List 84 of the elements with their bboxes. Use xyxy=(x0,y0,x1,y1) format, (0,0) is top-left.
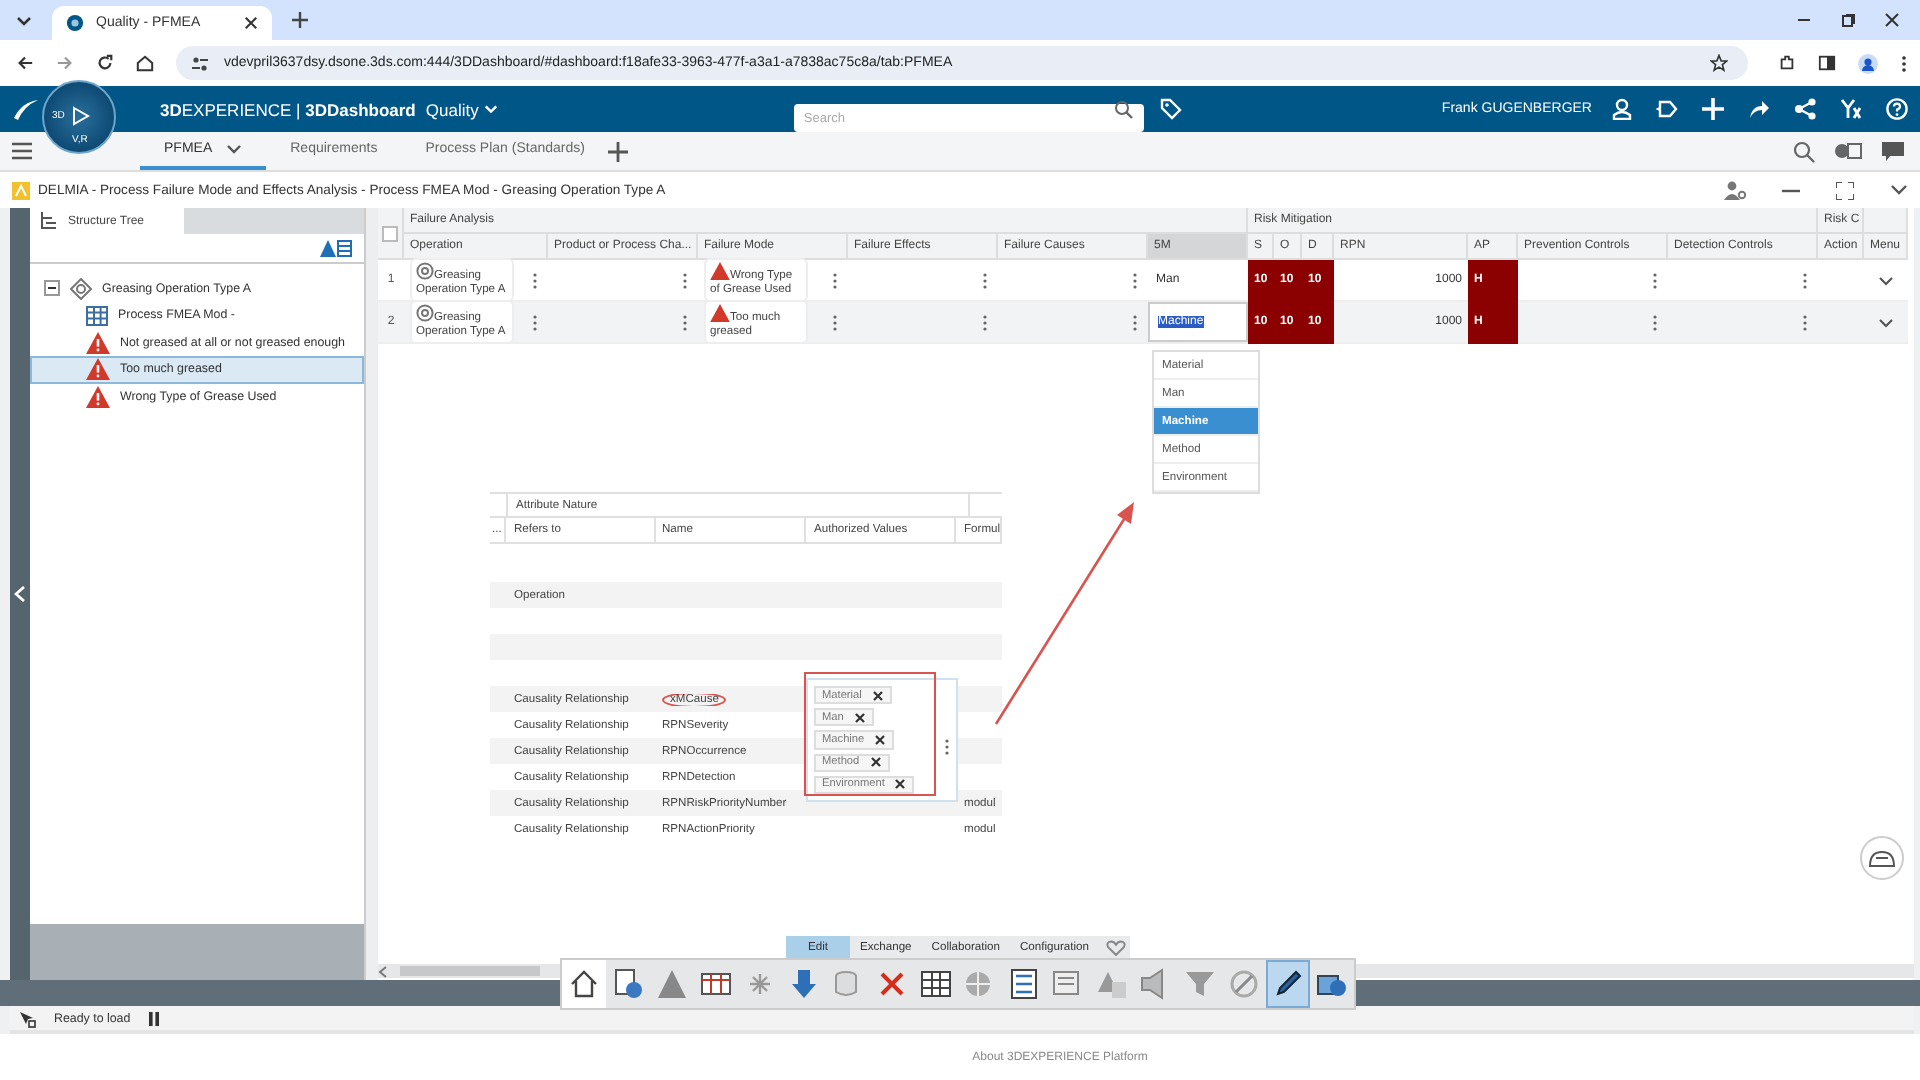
more-icon[interactable] xyxy=(1802,313,1808,331)
warning-icon xyxy=(86,358,110,381)
chevron-down-icon[interactable] xyxy=(1878,317,1894,327)
helmet-icon xyxy=(1868,849,1896,867)
chevron-down-icon[interactable] xyxy=(226,144,243,154)
network-icon[interactable] xyxy=(1794,98,1816,120)
more-icon[interactable] xyxy=(532,313,538,331)
remove-icon[interactable] xyxy=(853,711,866,724)
annotation-frame xyxy=(804,672,936,796)
scroll-left-icon[interactable] xyxy=(378,965,388,977)
app-icon xyxy=(12,181,30,199)
reload-icon[interactable] xyxy=(96,54,114,72)
app-selector[interactable]: Quality xyxy=(425,99,499,119)
operation-icon xyxy=(70,277,92,299)
notification-icon[interactable] xyxy=(1656,98,1678,120)
collapse-panel-handle[interactable] xyxy=(10,208,30,980)
remove-icon[interactable] xyxy=(874,734,887,746)
add-icon[interactable] xyxy=(1702,98,1724,120)
share-icon[interactable] xyxy=(1748,98,1770,120)
profile-icon[interactable] xyxy=(1858,53,1878,73)
tab-list-icon[interactable] xyxy=(16,12,32,28)
close-icon[interactable] xyxy=(1884,12,1900,28)
more-icon[interactable] xyxy=(532,271,538,289)
remove-icon[interactable] xyxy=(894,778,907,791)
home-icon[interactable] xyxy=(562,960,606,1008)
tree-icon xyxy=(40,212,58,230)
expander-icon[interactable] xyxy=(44,280,60,296)
side-panel-icon[interactable] xyxy=(1818,54,1836,72)
more-icon[interactable] xyxy=(682,313,688,331)
new-tab-icon[interactable] xyxy=(292,12,308,28)
select-all-checkbox[interactable] xyxy=(382,225,398,241)
tools-icon[interactable] xyxy=(1840,98,1862,120)
forward-icon[interactable] xyxy=(56,54,74,72)
more-icon[interactable] xyxy=(682,271,688,289)
back-icon[interactable] xyxy=(16,54,34,72)
pencil-icon[interactable] xyxy=(1266,960,1310,1008)
user-settings-icon[interactable] xyxy=(1724,180,1746,200)
more-icon[interactable] xyxy=(1132,271,1138,289)
search-people-icon[interactable] xyxy=(1792,139,1816,163)
chat-icon[interactable] xyxy=(1882,141,1904,161)
pause-icon[interactable] xyxy=(148,1011,161,1025)
more-icon[interactable] xyxy=(832,271,838,289)
favorite-icon[interactable] xyxy=(1106,939,1127,955)
chevron-down-icon[interactable] xyxy=(1878,275,1894,285)
more-icon[interactable] xyxy=(1802,271,1808,289)
warning-icon xyxy=(86,331,110,354)
warning-icon xyxy=(86,385,110,408)
more-icon[interactable] xyxy=(1652,313,1658,331)
header-cell xyxy=(1864,208,1908,234)
fullscreen-icon[interactable] xyxy=(1836,181,1854,199)
more-icon[interactable] xyxy=(944,738,950,756)
operation-icon xyxy=(416,304,434,322)
help-icon[interactable] xyxy=(1886,98,1908,120)
scrollbar-thumb[interactable] xyxy=(400,966,540,976)
home-icon[interactable] xyxy=(136,54,154,72)
close-icon[interactable] xyxy=(244,16,258,30)
cursor-icon xyxy=(18,1009,36,1027)
warning-list-icon[interactable] xyxy=(320,239,352,257)
more-icon[interactable] xyxy=(982,271,988,289)
remove-icon[interactable] xyxy=(869,756,882,769)
menu-icon[interactable] xyxy=(12,142,32,160)
operation-icon xyxy=(416,262,434,280)
more-icon[interactable] xyxy=(832,313,838,331)
more-icon[interactable] xyxy=(982,313,988,331)
chevron-down-icon[interactable] xyxy=(1890,184,1908,196)
chevron-left-icon[interactable] xyxy=(14,586,26,602)
tag-icon[interactable] xyxy=(1159,98,1182,120)
table-icon xyxy=(86,305,108,326)
more-icon[interactable] xyxy=(1652,271,1658,289)
menu-icon[interactable] xyxy=(1900,53,1908,73)
favicon-icon xyxy=(66,14,84,32)
remove-icon[interactable] xyxy=(871,689,884,702)
star-icon[interactable] xyxy=(1710,54,1728,72)
user-icon[interactable] xyxy=(1612,98,1632,120)
restore-icon[interactable] xyxy=(1840,12,1856,28)
ds-logo-icon xyxy=(12,97,40,121)
search-icon[interactable] xyxy=(1113,99,1134,119)
site-info-icon[interactable] xyxy=(192,55,208,71)
toggle-icon[interactable] xyxy=(1834,142,1862,160)
extensions-icon[interactable] xyxy=(1778,54,1796,72)
more-icon[interactable] xyxy=(1132,313,1138,331)
add-tab-icon[interactable] xyxy=(608,141,629,161)
brand-title: 3DEXPERIENCE | 3DDashboard xyxy=(160,99,416,119)
play-icon[interactable] xyxy=(70,106,90,126)
